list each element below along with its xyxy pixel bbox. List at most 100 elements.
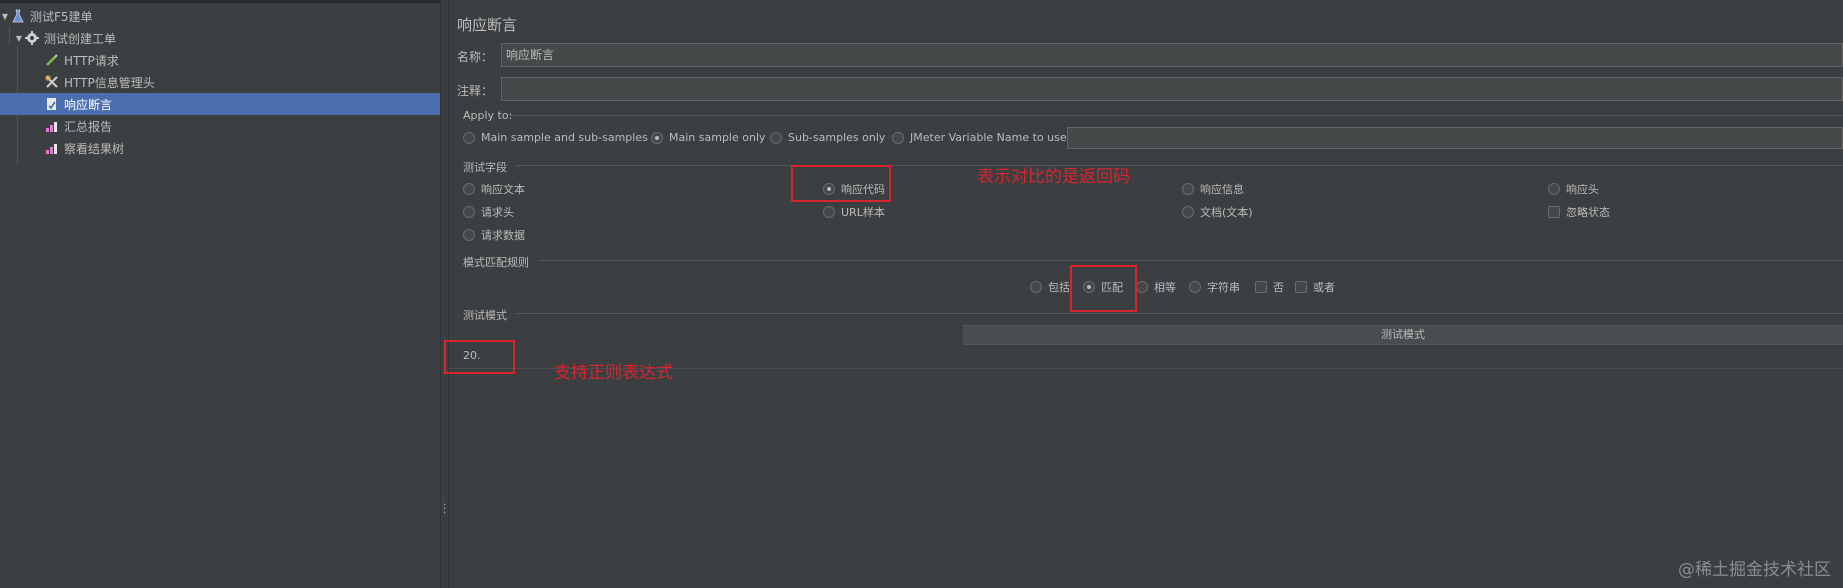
radio-circle[interactable] xyxy=(463,206,475,218)
radio-label: 请求数据 xyxy=(481,229,525,242)
rule-equals-radio[interactable]: 相等 xyxy=(1136,279,1176,295)
tree-item-summary-report[interactable]: 汇总报告 xyxy=(0,115,440,137)
tree-item-label: HTTP信息管理头 xyxy=(64,75,155,90)
rule-or-checkbox[interactable]: 或者 xyxy=(1295,279,1335,295)
radio-circle[interactable] xyxy=(651,131,663,144)
tree-item-http-request[interactable]: HTTP请求 xyxy=(0,49,440,71)
radio-label: 响应文本 xyxy=(481,183,525,196)
checkbox-label: 否 xyxy=(1273,281,1284,294)
group-divider xyxy=(515,313,1843,314)
pipette-sampler-icon xyxy=(44,52,60,68)
thread-group-gear-icon xyxy=(24,30,40,46)
field-response-headers-radio[interactable]: 响应头 xyxy=(1548,181,1599,197)
tree-item-label: 响应断言 xyxy=(64,97,113,112)
checkbox-label: 忽略状态 xyxy=(1566,206,1610,219)
response-code-annotation: 表示对比的是返回码 xyxy=(977,167,1130,187)
radio-label: 包括 xyxy=(1048,281,1070,294)
chart-listener-icon xyxy=(44,118,60,134)
match-rule-highlight xyxy=(1070,265,1137,312)
checkbox-square[interactable] xyxy=(1255,281,1267,293)
radio-circle[interactable] xyxy=(463,183,475,195)
panel-splitter[interactable]: · · · xyxy=(440,0,449,588)
checkbox-square[interactable] xyxy=(1295,281,1307,293)
tree-item-label: 察看结果树 xyxy=(64,141,125,156)
assertion-editor: 响应断言 名称： 响应断言 注释： Apply to: Main sample … xyxy=(444,0,1843,588)
expand-arrow-icon[interactable]: ▼ xyxy=(0,12,10,21)
name-field[interactable]: 响应断言 xyxy=(501,43,1843,67)
jmeter-variable-input[interactable] xyxy=(1067,127,1843,149)
tree-item-label: HTTP请求 xyxy=(64,53,119,68)
checkbox-label: 或者 xyxy=(1313,281,1335,294)
ignore-status-checkbox[interactable]: 忽略状态 xyxy=(1548,204,1610,220)
rule-not-checkbox[interactable]: 否 xyxy=(1255,279,1284,295)
radio-label: 响应信息 xyxy=(1200,183,1244,196)
radio-label: Main sample only xyxy=(669,131,766,144)
radio-circle[interactable] xyxy=(892,131,904,144)
tree-item-label: 测试F5建单 xyxy=(30,9,93,24)
radio-circle[interactable] xyxy=(1182,206,1194,218)
test-plan-tree: ▼ 测试F5建单 ▼ 测试创建工单 HTTP请求 HTTP信息管理头 响应断言 xyxy=(0,0,440,588)
radio-circle[interactable] xyxy=(770,131,782,144)
radio-circle[interactable] xyxy=(1548,183,1560,195)
comment-label: 注释： xyxy=(457,84,494,98)
radio-circle[interactable] xyxy=(1030,281,1042,293)
radio-label: 字符串 xyxy=(1207,281,1240,294)
radio-circle[interactable] xyxy=(823,206,835,218)
tree-item-response-assertion[interactable]: 响应断言 xyxy=(0,93,440,115)
radio-circle[interactable] xyxy=(463,131,475,144)
tree-item-header-manager[interactable]: HTTP信息管理头 xyxy=(0,71,440,93)
test-plan-icon xyxy=(10,8,26,24)
group-divider xyxy=(509,115,1843,116)
drag-handle-icon[interactable]: · · · xyxy=(443,501,447,519)
tree-item-thread-group[interactable]: ▼ 测试创建工单 xyxy=(0,27,440,49)
radio-circle[interactable] xyxy=(463,229,475,241)
radio-label: Main sample and sub-samples xyxy=(481,131,648,144)
radio-label: 相等 xyxy=(1154,281,1176,294)
toolbar-strip xyxy=(0,0,440,3)
field-document-text-radio[interactable]: 文档(文本) xyxy=(1182,204,1253,220)
tree-item-test-plan[interactable]: ▼ 测试F5建单 xyxy=(0,5,440,27)
tree-item-label: 汇总报告 xyxy=(64,119,113,134)
radio-circle[interactable] xyxy=(1136,281,1148,293)
patterns-column-header[interactable]: 测试模式 xyxy=(963,325,1843,345)
watermark: @稀土掘金技术社区 xyxy=(1678,560,1831,580)
radio-label: 响应头 xyxy=(1566,183,1599,196)
chart-listener-icon xyxy=(44,140,60,156)
apply-sub-only-radio[interactable]: Sub-samples only xyxy=(770,131,885,144)
apply-main-and-sub-radio[interactable]: Main sample and sub-samples xyxy=(463,131,648,144)
field-url-sample-radio[interactable]: URL样本 xyxy=(823,204,885,220)
tree-item-label: 测试创建工单 xyxy=(44,31,117,46)
field-response-text-radio[interactable]: 响应文本 xyxy=(463,181,525,197)
apply-jmeter-variable-radio[interactable]: JMeter Variable Name to use xyxy=(892,131,1067,144)
rule-substring-radio[interactable]: 字符串 xyxy=(1189,279,1240,295)
checkbox-square[interactable] xyxy=(1548,206,1560,218)
apply-to-title: Apply to: xyxy=(463,109,513,122)
comment-field[interactable] xyxy=(501,77,1843,101)
radio-label: 文档(文本) xyxy=(1200,206,1253,219)
group-divider xyxy=(539,260,1843,261)
field-request-headers-radio[interactable]: 请求头 xyxy=(463,204,514,220)
field-response-message-radio[interactable]: 响应信息 xyxy=(1182,181,1244,197)
radio-label: URL样本 xyxy=(841,206,885,219)
apply-main-only-radio[interactable]: Main sample only xyxy=(651,131,766,144)
regex-annotation: 支持正则表达式 xyxy=(554,363,673,383)
match-rules-title: 模式匹配规则 xyxy=(463,256,529,269)
name-label: 名称： xyxy=(457,50,494,64)
wrench-config-icon xyxy=(44,74,60,90)
field-request-data-radio[interactable]: 请求数据 xyxy=(463,227,525,243)
pattern-value-highlight xyxy=(444,340,515,374)
radio-circle[interactable] xyxy=(1182,183,1194,195)
tree-item-view-results-tree[interactable]: 察看结果树 xyxy=(0,137,440,159)
group-divider xyxy=(515,165,1843,166)
test-field-title: 测试字段 xyxy=(463,161,507,174)
radio-label: JMeter Variable Name to use xyxy=(910,131,1067,144)
expand-arrow-icon[interactable]: ▼ xyxy=(14,34,24,43)
radio-label: Sub-samples only xyxy=(788,131,886,144)
patterns-title: 测试模式 xyxy=(463,309,507,322)
response-code-highlight xyxy=(791,165,891,202)
assertion-icon xyxy=(44,96,60,112)
page-title: 响应断言 xyxy=(457,16,518,34)
rule-contains-radio[interactable]: 包括 xyxy=(1030,279,1070,295)
radio-label: 请求头 xyxy=(481,206,514,219)
radio-circle[interactable] xyxy=(1189,281,1201,293)
